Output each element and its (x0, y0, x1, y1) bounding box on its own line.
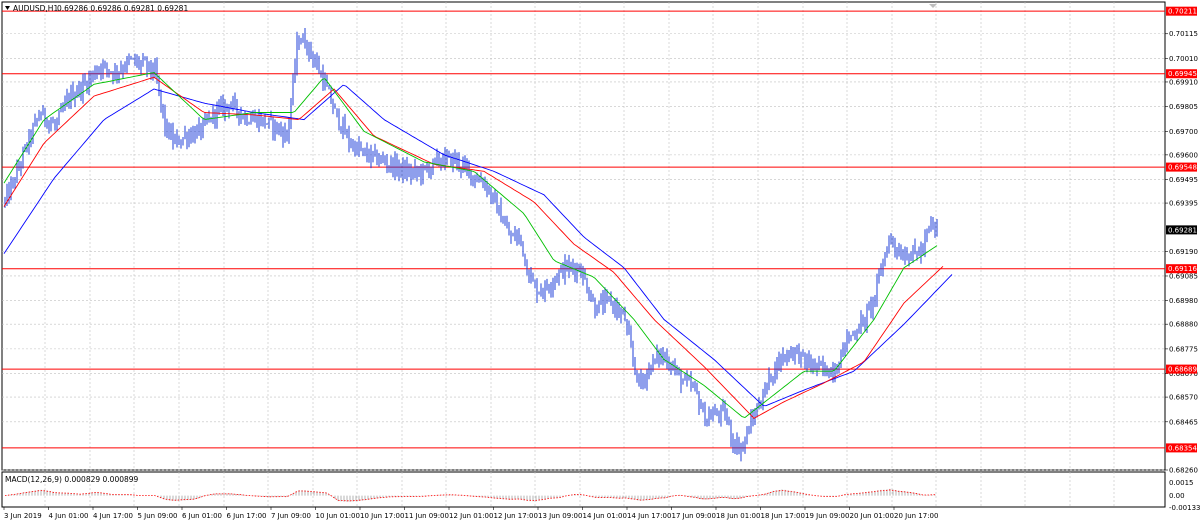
level-price-label: 0.70211 (1168, 8, 1197, 16)
time-axis: 3 Jun 2019 4 Jun 01:00 4 Jun 17:00 5 Jun 09… (3, 507, 938, 520)
price-tick-label: 0.68570 (1169, 394, 1198, 402)
level-price-label: 0.69548 (1168, 164, 1197, 172)
ohlc-readout: 0.69286 0.69286 0.69281 0.69281 (57, 4, 188, 13)
current-price-label: 0.69281 (1168, 226, 1197, 234)
time-tick-label: 12 Jun 01:00 (449, 512, 493, 520)
level-price-label: 0.69116 (1168, 265, 1197, 273)
time-tick-label: 20 Jun 01:00 (850, 512, 894, 520)
macd-panel[interactable] (1, 471, 1166, 508)
time-tick-label: 18 Jun 17:00 (761, 512, 805, 520)
price-tick-label: 0.69190 (1169, 248, 1198, 256)
time-tick-label: 10 Jun 01:00 (316, 512, 360, 520)
price-tick-label: 0.69700 (1169, 128, 1198, 136)
level-price-label: 0.68689 (1168, 366, 1197, 374)
time-tick-label: 6 Jun 17:00 (227, 512, 267, 520)
macd-tick-label: 0.0015 (1169, 479, 1194, 487)
macd-tick-label: -0.001331 (1169, 504, 1200, 512)
time-tick-label: 5 Jun 09:00 (138, 512, 178, 520)
time-tick-label: 6 Jun 01:00 (182, 512, 222, 520)
price-tick-label: 0.69495 (1169, 176, 1198, 184)
price-tick-label: 0.68880 (1169, 321, 1198, 329)
trading-chart[interactable]: 0.70115 0.70010 0.69910 0.69805 0.69700 0.696… (0, 0, 1200, 523)
price-tick-label: 0.68980 (1169, 297, 1198, 305)
time-tick-label: 10 Jun 17:00 (360, 512, 404, 520)
price-axis: 0.70115 0.70010 0.69910 0.69805 0.69700 0.696… (1165, 6, 1200, 512)
price-tick-label: 0.68465 (1169, 418, 1198, 426)
time-tick-label: 19 Jun 09:00 (805, 512, 849, 520)
price-tick-label: 0.68775 (1169, 345, 1198, 353)
time-tick-label: 14 Jun 17:00 (627, 512, 671, 520)
time-tick-label: 4 Jun 17:00 (93, 512, 133, 520)
symbol-label: AUDUSD,H1 (13, 4, 58, 13)
time-tick-label: 20 Jun 17:00 (894, 512, 938, 520)
price-tick-label: 0.69395 (1169, 200, 1198, 208)
level-price-label: 0.68354 (1168, 444, 1197, 452)
price-tick-label: 0.69805 (1169, 103, 1198, 111)
time-tick-label: 17 Jun 09:00 (672, 512, 716, 520)
macd-header: MACD(12,26,9) 0.000829 0.000899 (5, 475, 139, 484)
price-tick-label: 0.69085 (1169, 272, 1198, 280)
time-tick-label: 12 Jun 17:00 (494, 512, 538, 520)
time-tick-label: 13 Jun 09:00 (538, 512, 582, 520)
time-tick-label: 11 Jun 09:00 (405, 512, 449, 520)
time-tick-label: 14 Jun 01:00 (583, 512, 627, 520)
price-tick-label: 0.68260 (1169, 467, 1198, 475)
chart-header: AUDUSD,H1 0.69286 0.69286 0.69281 0.6928… (5, 4, 188, 13)
price-tick-label: 0.69910 (1169, 78, 1198, 86)
level-price-label: 0.69945 (1168, 70, 1197, 78)
time-tick-label: 7 Jun 09:00 (271, 512, 311, 520)
time-tick-label: 3 Jun 2019 (4, 512, 42, 520)
price-tick-label: 0.69600 (1169, 151, 1198, 159)
price-tick-label: 0.70010 (1169, 55, 1198, 63)
macd-tick-label: 0.00 (1169, 492, 1185, 500)
price-tick-label: 0.70115 (1169, 30, 1198, 38)
time-tick-label: 4 Jun 01:00 (49, 512, 89, 520)
time-tick-label: 18 Jun 01:00 (716, 512, 760, 520)
